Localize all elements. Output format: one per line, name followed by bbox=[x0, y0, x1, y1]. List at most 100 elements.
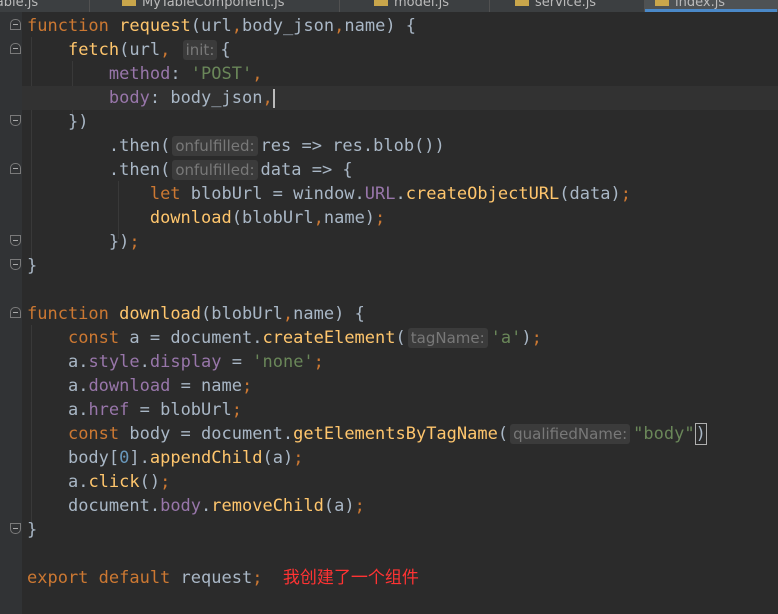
code-text: : bbox=[170, 64, 191, 84]
code-text: }) bbox=[108, 232, 130, 252]
code-text: ( bbox=[395, 328, 406, 348]
code-line-20: a.click(); bbox=[27, 470, 170, 494]
code-text: body[ bbox=[67, 448, 120, 468]
function-name: request bbox=[119, 16, 191, 36]
fold-toggle-icon[interactable] bbox=[10, 259, 21, 270]
parameter-hint: tagName: bbox=[407, 328, 488, 348]
code-text: (a) bbox=[262, 448, 294, 468]
code-text: .then( bbox=[108, 136, 171, 156]
semicolon: ; bbox=[375, 208, 386, 228]
function-name: createObjectURL bbox=[405, 184, 560, 204]
code-text: (url bbox=[190, 16, 232, 36]
code-text: (a) bbox=[323, 496, 355, 516]
semicolon: ; bbox=[129, 232, 140, 252]
code-line-17: a.href = blobUrl; bbox=[27, 398, 242, 422]
tab-mytablecomponent-js[interactable]: MyTableComponent.js bbox=[112, 0, 340, 12]
editor-tab-bar: Table.js MyTableComponent.js model.js se… bbox=[0, 0, 778, 12]
comma: , bbox=[262, 88, 273, 108]
code-line-10: }); bbox=[27, 230, 140, 254]
semicolon: ; bbox=[252, 568, 263, 588]
keyword: let bbox=[149, 184, 181, 204]
tab-label: model.js bbox=[394, 0, 449, 10]
keyword: const bbox=[67, 328, 120, 348]
string-literal: 'a' bbox=[490, 328, 522, 348]
comma: , bbox=[282, 304, 294, 324]
tab-label: Table.js bbox=[0, 0, 39, 10]
function-name: createElement bbox=[262, 328, 396, 348]
fold-toggle-icon[interactable] bbox=[10, 43, 21, 54]
string-literal: 'none' bbox=[252, 352, 314, 372]
tab-model-js[interactable]: model.js bbox=[364, 0, 490, 12]
semicolon: ; bbox=[620, 184, 631, 204]
code-text: ]. bbox=[129, 448, 150, 468]
code-text: . bbox=[201, 496, 212, 516]
tab-label: MyTableComponent.js bbox=[142, 0, 285, 10]
code-text: body_json bbox=[170, 88, 263, 108]
fold-toggle-icon[interactable] bbox=[10, 523, 21, 534]
property: URL bbox=[364, 184, 396, 204]
code-text: body = document. bbox=[119, 424, 294, 444]
function-name: getElementsByTagName bbox=[293, 424, 498, 444]
code-line-5: }) bbox=[27, 110, 88, 134]
comma: , bbox=[313, 208, 324, 228]
code-text: name) { bbox=[344, 16, 417, 36]
fold-toggle-icon[interactable] bbox=[10, 235, 21, 246]
code-line-3: method: 'POST', bbox=[27, 62, 263, 86]
parameter-hint: onfulfilled: bbox=[172, 136, 258, 156]
number-literal: 0 bbox=[119, 448, 130, 468]
code-text: = bbox=[221, 352, 253, 372]
code-line-18: const body = document.getElementsByTagNa… bbox=[27, 422, 707, 446]
code-text: = blobUrl bbox=[129, 400, 232, 420]
property: display bbox=[149, 352, 222, 372]
code-text: a. bbox=[67, 376, 89, 396]
tab-service-js[interactable]: service.js bbox=[505, 0, 645, 12]
code-line-14: const a = document.createElement(tagName… bbox=[27, 326, 542, 350]
code-text: blobUrl = window. bbox=[180, 184, 365, 204]
function-name: removeChild bbox=[211, 496, 324, 516]
keyword: export default bbox=[27, 568, 171, 588]
code-text: a = document. bbox=[119, 328, 263, 348]
code-text: (blobUrl bbox=[231, 208, 314, 228]
code-text: .then( bbox=[108, 160, 171, 180]
semicolon: ; bbox=[231, 400, 242, 420]
tab-index-js[interactable]: index.js bbox=[645, 0, 778, 12]
code-text: . bbox=[395, 184, 406, 204]
fold-toggle-icon[interactable] bbox=[10, 19, 21, 30]
code-text: body_json bbox=[242, 16, 335, 36]
comma: , bbox=[252, 64, 263, 84]
comma: , bbox=[231, 16, 242, 36]
fold-toggle-icon[interactable] bbox=[10, 163, 21, 174]
fold-toggle-icon[interactable] bbox=[10, 115, 21, 126]
code-text: a. bbox=[67, 472, 89, 492]
code-text: (data) bbox=[559, 184, 621, 204]
property: href bbox=[88, 400, 130, 420]
parameter-hint: init: bbox=[182, 40, 218, 60]
fold-toggle-icon[interactable] bbox=[10, 307, 21, 318]
code-line-9: download(blobUrl,name); bbox=[27, 206, 385, 230]
code-line-22: } bbox=[27, 518, 37, 542]
matched-bracket: ) bbox=[694, 423, 707, 445]
function-name: download bbox=[149, 208, 232, 228]
code-text: name) { bbox=[293, 304, 365, 324]
property: method bbox=[108, 64, 171, 84]
js-file-icon bbox=[374, 0, 388, 6]
property: body bbox=[160, 496, 202, 516]
parameter-hint: qualifiedName: bbox=[510, 424, 631, 444]
code-line-7: .then(onfulfilled: data => { bbox=[27, 158, 353, 182]
property: body bbox=[108, 88, 150, 108]
code-text: document. bbox=[67, 496, 161, 516]
code-text: } bbox=[27, 520, 38, 540]
code-text: . bbox=[139, 352, 150, 372]
code-text: name) bbox=[323, 208, 376, 228]
text-caret bbox=[272, 88, 275, 108]
function-name: download bbox=[119, 304, 202, 324]
tab-table-js[interactable]: Table.js bbox=[0, 0, 90, 12]
function-name: fetch bbox=[67, 40, 120, 60]
code-text: (url bbox=[119, 40, 161, 60]
function-name: appendChild bbox=[149, 448, 263, 468]
code-line-19: body[0].appendChild(a); bbox=[27, 446, 303, 470]
keyword: function bbox=[27, 16, 109, 36]
code-text: a. bbox=[67, 352, 89, 372]
semicolon: ; bbox=[293, 448, 304, 468]
keyword: function bbox=[27, 304, 109, 324]
